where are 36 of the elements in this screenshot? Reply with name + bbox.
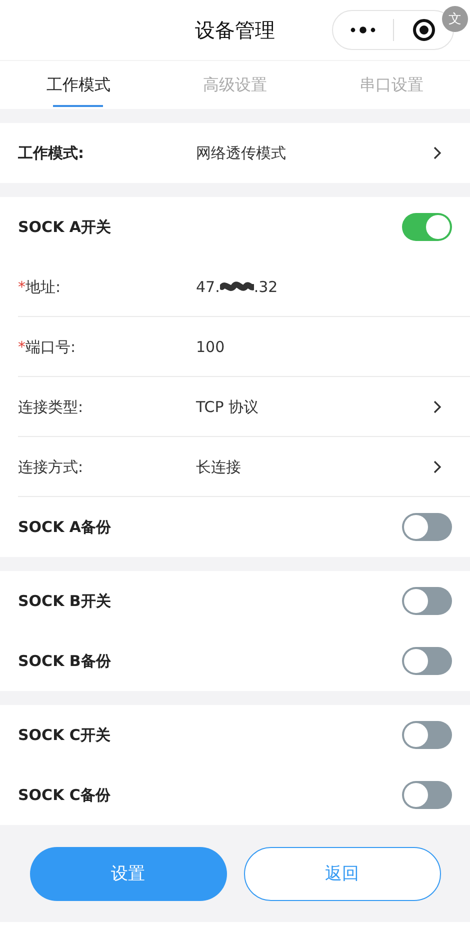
close-icon[interactable] [412,18,436,42]
chevron-right-icon[interactable] [433,460,442,474]
field-label: SOCK A备份 [18,518,112,536]
redaction-mark [220,281,254,293]
chevron-right-icon[interactable] [433,146,442,160]
field-label: SOCK C开关 [18,726,112,744]
chevron-right-icon[interactable] [433,400,442,414]
toggle-switch[interactable] [402,781,452,809]
field-label: SOCK C备份 [18,786,112,804]
submit-button[interactable]: 设置 [30,846,226,900]
field-label: 连接方式: [18,458,84,476]
page-title: 设备管理 [195,16,275,44]
tab[interactable]: 高级设置 [156,61,314,109]
field-value[interactable]: 长连接 [196,458,433,476]
toggle-switch[interactable] [402,587,452,615]
field-label: 连接类型: [18,398,84,416]
field-value[interactable]: 网络透传模式 [196,144,433,162]
field-label: *端口号: [18,338,77,356]
field-value: .32 [254,278,278,296]
field-label: SOCK A开关 [18,218,112,236]
field-label: 工作模式: [18,144,85,162]
field-label: SOCK B开关 [18,592,112,610]
field-value[interactable]: TCP 协议 [196,398,433,416]
back-button[interactable]: 返回 [244,846,440,900]
field-value: 100 [196,338,226,356]
toggle-switch[interactable] [402,721,452,749]
tab[interactable]: 工作模式 [0,61,157,109]
field-label: *地址: [18,278,62,296]
toggle-switch[interactable] [402,213,452,241]
field-value: 47. [196,278,220,296]
more-icon[interactable] [350,26,376,34]
toggle-switch[interactable] [402,647,452,675]
tab[interactable]: 串口设置 [313,61,470,109]
translate-button[interactable]: 文 [442,6,468,32]
toggle-switch[interactable] [402,513,452,541]
field-label: SOCK B备份 [18,652,112,670]
